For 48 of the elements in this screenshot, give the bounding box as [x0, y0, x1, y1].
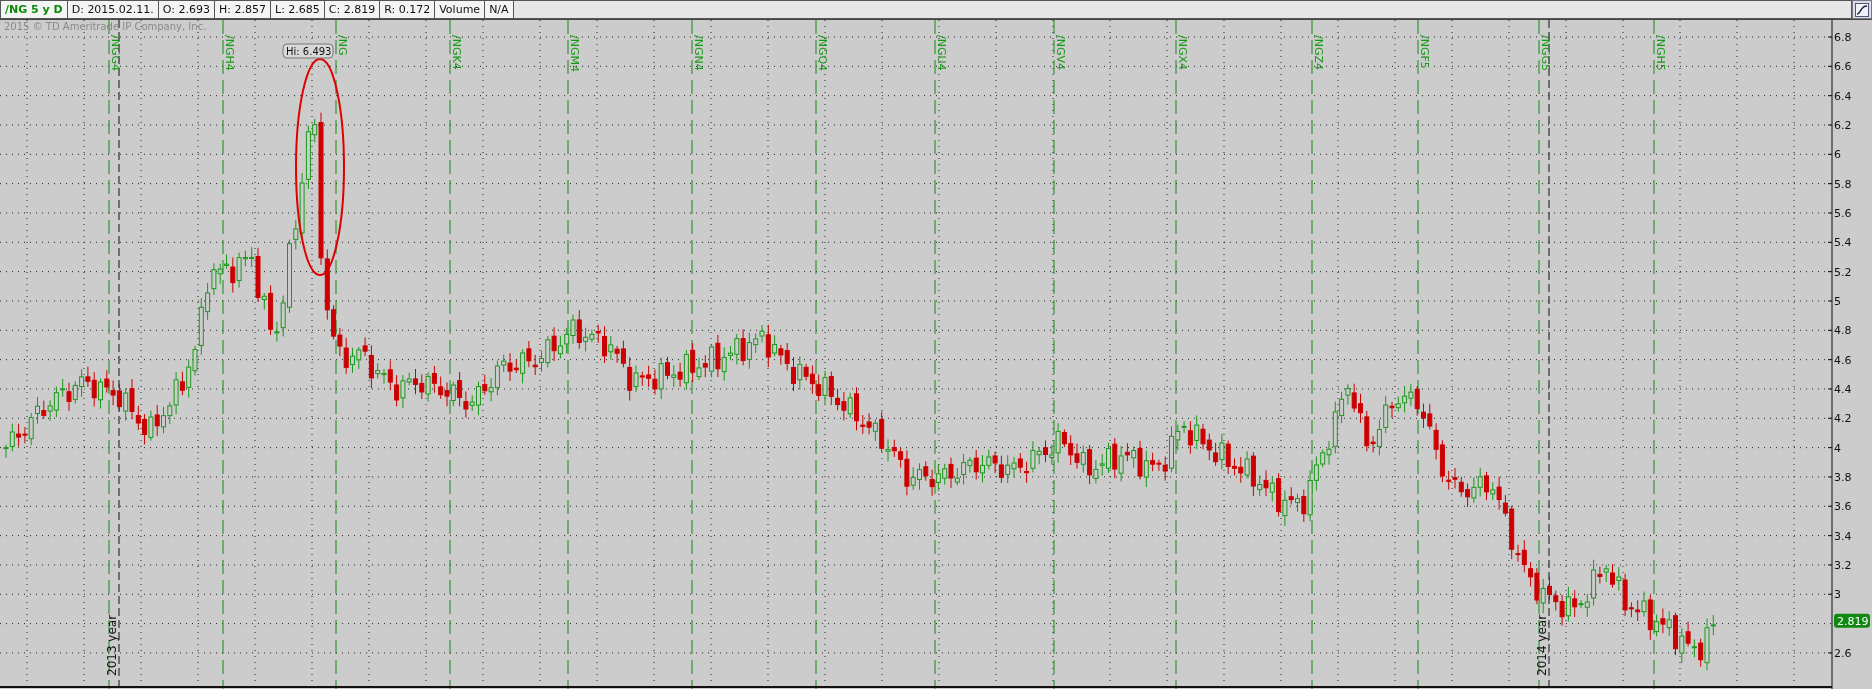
contract-label: /NGU4	[935, 35, 948, 71]
price-tick: 6.2	[1834, 119, 1852, 132]
quote-field: H: 2.857	[214, 0, 271, 19]
price-tick: 5.2	[1834, 265, 1852, 279]
price-tick: 4.8	[1834, 324, 1852, 338]
contract-label: /NGM4	[568, 35, 581, 72]
quote-field: C: 2.819	[323, 0, 381, 19]
price-tick: 4	[1834, 441, 1841, 455]
price-tick: 5	[1834, 294, 1841, 308]
price-tick: 6.4	[1834, 89, 1852, 103]
price-tick: 6	[1834, 148, 1841, 162]
price-tick: 3.6	[1834, 500, 1852, 514]
contract-label: /NGG5	[1539, 35, 1552, 71]
contract-label: /NGK4	[450, 35, 463, 70]
price-tick: 6.8	[1834, 31, 1852, 44]
price-tick: 3.2	[1834, 558, 1852, 572]
quote-field: Volume	[434, 0, 486, 19]
contract-label: /NGG4	[109, 35, 122, 71]
contract-label: /NGF5	[1418, 35, 1431, 69]
contract-label: /NGX4	[1176, 35, 1189, 70]
quote-field: O: 2.693	[157, 0, 216, 19]
quote-field: R: 0.172	[379, 0, 436, 19]
price-tick: 3	[1834, 588, 1841, 602]
price-tick: 4.6	[1834, 353, 1852, 367]
contract-label: /NG	[336, 35, 349, 56]
contract-label: /NGZ4	[1312, 35, 1325, 70]
quote-field: D: 2015.02.11.	[66, 0, 159, 19]
high-marker-label: Hi: 6.493	[282, 43, 334, 59]
symbol-label: /NG 5 y D	[0, 0, 68, 19]
price-tick: 6.6	[1834, 60, 1852, 74]
contract-label: /NGQ4	[816, 35, 829, 72]
price-tick: 5.6	[1834, 207, 1852, 220]
quote-field: N/A	[484, 0, 514, 19]
price-tick: 5.8	[1834, 177, 1852, 191]
contract-label: /NGH4	[223, 35, 236, 71]
contract-label: /NGH5	[1654, 35, 1667, 71]
price-tick: 2.6	[1834, 646, 1852, 660]
price-tick: 5.4	[1834, 236, 1852, 250]
price-tick: 3.8	[1834, 470, 1852, 484]
price-tick: 3.4	[1834, 529, 1852, 543]
contract-label: /NGV4	[1054, 35, 1067, 70]
year-label: 2013 year	[105, 614, 119, 676]
contract-label: /NGN4	[692, 35, 705, 71]
quote-field: L: 2.685	[270, 0, 325, 19]
price-tick: 4.4	[1834, 382, 1852, 396]
price-tick: 4.2	[1834, 412, 1852, 426]
year-label: 2014 year	[1535, 614, 1549, 676]
chart-style-icon[interactable]	[1852, 0, 1872, 19]
